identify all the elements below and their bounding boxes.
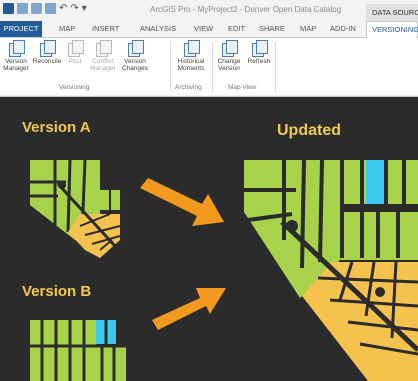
updated-parcels [244, 159, 418, 381]
version-a-parcels [30, 159, 121, 258]
parcel-diagram [30, 159, 418, 381]
merge-arrows [140, 178, 226, 330]
version-b-parcels [30, 320, 126, 381]
